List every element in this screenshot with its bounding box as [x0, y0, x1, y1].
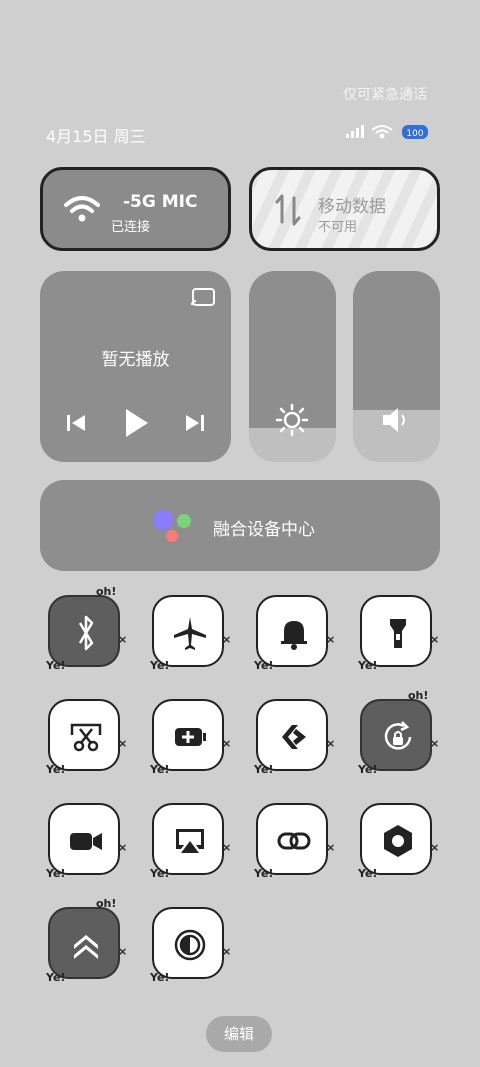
doodle-decoration: × [430, 633, 440, 646]
battery-saver-icon [175, 728, 206, 746]
mobile-data-tile[interactable]: 移动数据 不可用 [249, 167, 440, 251]
doodle-decoration: Ye! [46, 971, 66, 984]
toggle-rotation-lock[interactable] [360, 699, 432, 771]
speaker-icon [383, 408, 405, 432]
toggle-flashlight[interactable] [360, 595, 432, 667]
toggle-nut[interactable] [360, 803, 432, 875]
boost-icon [74, 935, 98, 959]
volume-track [353, 271, 440, 411]
doodle-decoration: × [222, 841, 232, 854]
toggle-boost[interactable] [48, 907, 120, 979]
doodle-decoration: × [326, 841, 336, 854]
bell-icon [281, 621, 307, 650]
cast-icon[interactable] [190, 287, 216, 309]
toggle-contrast[interactable] [152, 907, 224, 979]
edit-button[interactable]: 编辑 [206, 1016, 272, 1052]
doodle-decoration: Ye! [46, 867, 66, 880]
data-arrows-icon [275, 194, 301, 226]
previous-icon[interactable] [64, 411, 88, 435]
doodle-decoration: × [118, 737, 128, 750]
doodle-decoration: Ye! [46, 659, 66, 672]
link-icon [282, 725, 306, 749]
toggle-link[interactable] [256, 699, 328, 771]
doodle-decoration: × [118, 945, 128, 958]
status-icons: 100 [346, 125, 428, 139]
signal-icon [346, 125, 364, 138]
media-panel[interactable]: 暂无播放 [40, 271, 231, 462]
doodle-decoration: Ye! [46, 763, 66, 776]
screen-cast-icon [176, 829, 204, 853]
wifi-network-name: -5G MIC [123, 192, 198, 212]
doodle-decoration: Ye! [254, 763, 274, 776]
doodle-decoration: × [326, 633, 336, 646]
play-icon[interactable] [122, 407, 150, 439]
wifi-tile[interactable]: -5G MIC 已连接 [40, 167, 231, 251]
doodle-decoration: Ye! [358, 763, 378, 776]
mobile-data-title: 移动数据 [318, 197, 386, 217]
doodle-decoration: × [430, 841, 440, 854]
contrast-icon [174, 929, 206, 961]
sun-icon [275, 403, 309, 437]
flashlight-icon [390, 619, 406, 648]
doodle-decoration: oh! [96, 897, 117, 910]
doodle-decoration: × [118, 841, 128, 854]
toggle-bluetooth[interactable] [48, 595, 120, 667]
brightness-slider[interactable] [249, 271, 336, 462]
doodle-decoration: Ye! [358, 659, 378, 672]
doodle-decoration: Ye! [150, 659, 170, 672]
toggle-chain[interactable] [256, 803, 328, 875]
svg-text:100: 100 [406, 129, 423, 139]
toggle-screenshot[interactable] [48, 699, 120, 771]
bluetooth-icon [78, 615, 94, 651]
date-label: 4月15日 周三 [46, 127, 146, 146]
toggle-screen-cast[interactable] [152, 803, 224, 875]
wifi-icon [64, 196, 100, 222]
toggle-video[interactable] [48, 803, 120, 875]
doodle-decoration: Ye! [150, 763, 170, 776]
toggle-airplane[interactable] [152, 595, 224, 667]
toggle-bell[interactable] [256, 595, 328, 667]
doodle-decoration: × [222, 633, 232, 646]
wifi-status-icon [371, 125, 393, 139]
fusion-center-label: 融合设备中心 [213, 520, 315, 540]
doodle-decoration: oh! [96, 585, 117, 598]
rotation-lock-icon [384, 721, 412, 750]
doodle-decoration: × [326, 737, 336, 750]
next-icon[interactable] [183, 411, 207, 435]
device-fusion-center[interactable]: 融合设备中心 [40, 480, 440, 571]
doodle-decoration: Ye! [254, 659, 274, 672]
wifi-status: 已连接 [111, 220, 151, 235]
media-status: 暂无播放 [101, 350, 170, 370]
airplane-icon [174, 617, 206, 650]
nut-icon [384, 825, 412, 857]
emergency-call-note: 仅可紧急通话 [343, 87, 427, 103]
volume-slider[interactable] [353, 271, 440, 462]
doodle-decoration: oh! [408, 689, 429, 702]
doodle-decoration: × [222, 737, 232, 750]
doodle-decoration: Ye! [150, 971, 170, 984]
battery-icon: 100 [402, 125, 428, 139]
chain-icon [277, 832, 311, 850]
doodle-decoration: Ye! [254, 867, 274, 880]
screenshot-icon [70, 723, 102, 752]
doodle-decoration: × [430, 737, 440, 750]
toggle-battery-saver[interactable] [152, 699, 224, 771]
doodle-decoration: × [222, 945, 232, 958]
mobile-data-status: 不可用 [318, 220, 358, 235]
doodle-decoration: Ye! [150, 867, 170, 880]
doodle-decoration: Ye! [358, 867, 378, 880]
doodle-decoration: × [118, 633, 128, 646]
fusion-dots-icon [153, 510, 191, 542]
video-icon [70, 833, 102, 850]
